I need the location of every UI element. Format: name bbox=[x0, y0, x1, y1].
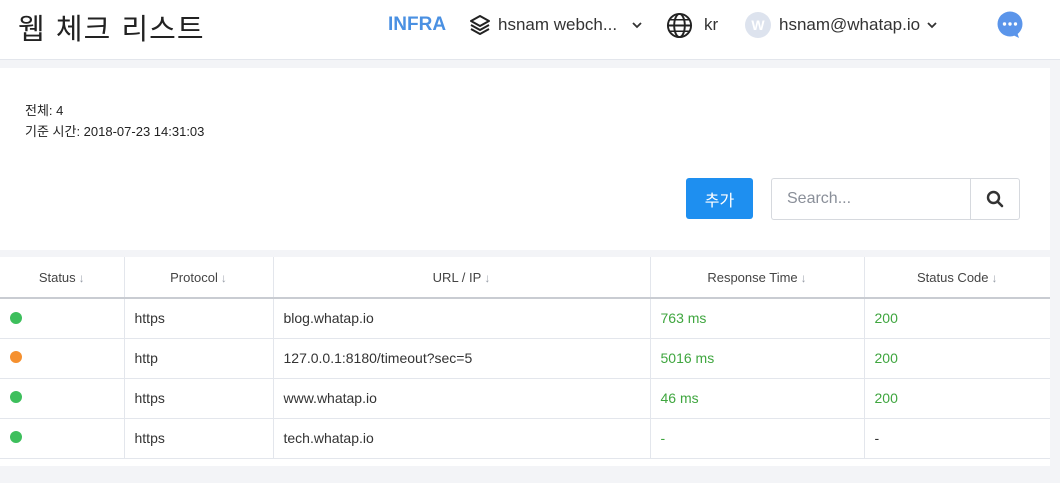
language-label: kr bbox=[704, 15, 719, 34]
response-time-cell: - bbox=[650, 418, 865, 459]
protocol-cell: https bbox=[124, 418, 274, 459]
project-label: hsnam webch... bbox=[498, 15, 618, 34]
status-code-cell: - bbox=[864, 418, 1050, 459]
project-selector[interactable]: hsnam webch... bbox=[468, 12, 643, 38]
protocol-cell: http bbox=[124, 338, 274, 379]
control-panel: 전체: 4 기준 시간: 2018-07-23 14:31:03 추가 bbox=[0, 68, 1050, 250]
reference-time: 기준 시간: 2018-07-23 14:31:03 bbox=[25, 124, 205, 139]
sort-arrow-icon: ↓ bbox=[78, 270, 85, 285]
column-header-response-time[interactable]: Response Time ↓ bbox=[650, 257, 865, 299]
url-cell: www.whatap.io bbox=[273, 378, 651, 419]
add-button[interactable]: 추가 bbox=[686, 178, 753, 219]
chevron-down-icon bbox=[632, 22, 642, 29]
column-header-url[interactable]: URL / IP ↓ bbox=[273, 257, 651, 299]
sort-arrow-icon: ↓ bbox=[991, 270, 998, 285]
avatar: W bbox=[745, 12, 771, 38]
url-cell: 127.0.0.1:8180/timeout?sec=5 bbox=[273, 338, 651, 379]
sort-arrow-icon: ↓ bbox=[220, 270, 227, 285]
response-time-cell: 5016 ms bbox=[650, 338, 865, 379]
status-code-cell: 200 bbox=[864, 378, 1050, 419]
response-time-cell: 763 ms bbox=[650, 298, 865, 339]
user-email: hsnam@whatap.io bbox=[779, 15, 921, 34]
status-code-cell: 200 bbox=[864, 298, 1050, 339]
search-input[interactable] bbox=[771, 178, 971, 220]
language-selector[interactable]: kr bbox=[666, 11, 718, 39]
status-dot-icon bbox=[10, 311, 22, 324]
search-icon bbox=[986, 190, 1004, 208]
top-bar: 웹 체크 리스트 INFRA hsnam webch... kr W hsnam… bbox=[0, 0, 1060, 60]
status-dot-icon bbox=[10, 431, 22, 444]
table-row[interactable]: http 127.0.0.1:8180/timeout?sec=5 5016 m… bbox=[0, 338, 1050, 379]
chat-icon[interactable] bbox=[996, 11, 1024, 39]
status-dot-icon bbox=[10, 391, 22, 404]
search-button[interactable] bbox=[970, 178, 1020, 220]
table-row[interactable]: https blog.whatap.io 763 ms 200 bbox=[0, 298, 1050, 339]
sort-arrow-icon: ↓ bbox=[484, 270, 491, 285]
chevron-down-icon bbox=[927, 22, 937, 29]
status-code-cell: 200 bbox=[864, 338, 1050, 379]
sort-arrow-icon: ↓ bbox=[800, 270, 807, 285]
page-title: 웹 체크 리스트 bbox=[18, 12, 205, 46]
total-count: 전체: 4 bbox=[25, 103, 64, 118]
table-row[interactable]: https www.whatap.io 46 ms 200 bbox=[0, 378, 1050, 419]
user-menu[interactable]: W hsnam@whatap.io bbox=[745, 11, 938, 39]
layers-icon bbox=[470, 15, 490, 35]
summary: 전체: 4 기준 시간: 2018-07-23 14:31:03 bbox=[25, 100, 204, 142]
status-dot-icon bbox=[10, 351, 22, 364]
table-header-row: Status ↓ Protocol ↓ URL / IP ↓ Response Tim… bbox=[0, 257, 1050, 299]
globe-icon bbox=[666, 12, 693, 38]
url-cell: tech.whatap.io bbox=[273, 418, 651, 459]
response-time-cell: 46 ms bbox=[650, 378, 865, 419]
protocol-cell: https bbox=[124, 298, 274, 339]
infra-nav-link[interactable]: INFRA bbox=[388, 14, 446, 36]
column-header-status[interactable]: Status ↓ bbox=[0, 257, 125, 299]
web-check-table: Status ↓ Protocol ↓ URL / IP ↓ Response Tim… bbox=[0, 257, 1050, 466]
column-header-status-code[interactable]: Status Code ↓ bbox=[864, 257, 1050, 299]
protocol-cell: https bbox=[124, 378, 274, 419]
table-row[interactable]: https tech.whatap.io - - bbox=[0, 418, 1050, 459]
column-header-protocol[interactable]: Protocol ↓ bbox=[124, 257, 274, 299]
url-cell: blog.whatap.io bbox=[273, 298, 651, 339]
